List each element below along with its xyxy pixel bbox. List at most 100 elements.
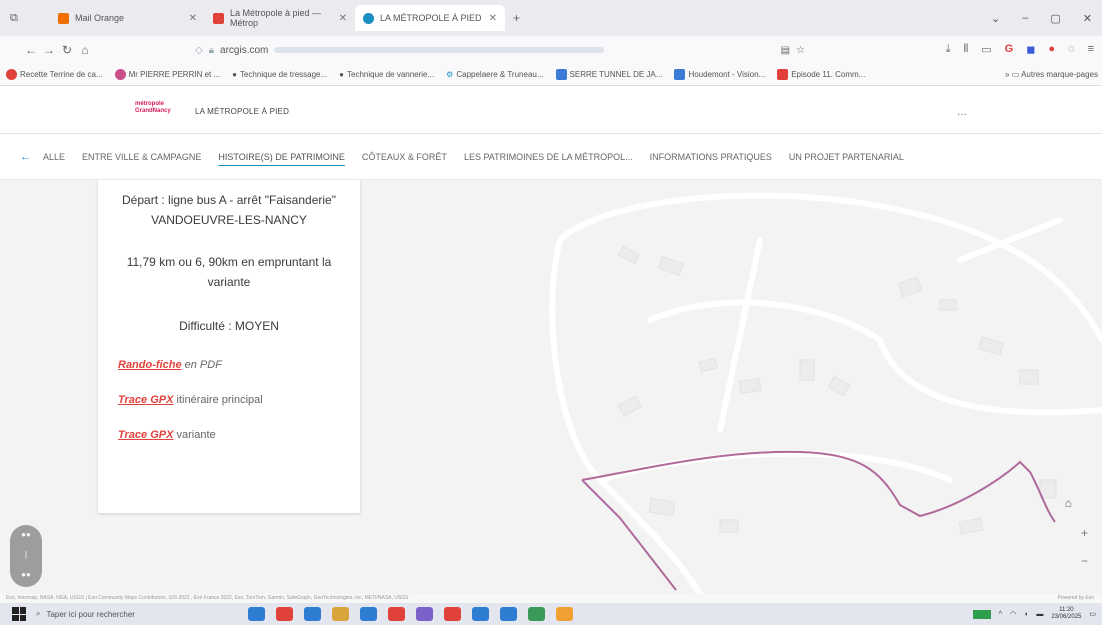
tab-overview-icon[interactable]: ⧉ xyxy=(10,12,32,25)
gpx-main-link[interactable]: Trace GPX xyxy=(118,394,173,406)
back-icon[interactable]: ← xyxy=(22,43,40,57)
sidebar-icon[interactable]: ▭ xyxy=(981,43,991,56)
shield-icon: ◇ xyxy=(195,44,203,56)
home-icon[interactable]: ⌂ xyxy=(76,43,94,57)
bookmark-label: Cappelaere & Truneau... xyxy=(456,70,544,79)
minimize-button[interactable]: – xyxy=(1022,12,1028,25)
taskbar-apps xyxy=(248,607,573,621)
gpx-variant-row: Trace GPX variante xyxy=(98,429,360,441)
pinned-app-icon[interactable] xyxy=(556,607,573,621)
volume-icon[interactable]: ◗ xyxy=(1024,611,1028,618)
map-home-icon[interactable]: ⌂ xyxy=(1065,496,1072,510)
pinned-app-icon[interactable] xyxy=(304,607,321,621)
extensions-puzzle-icon[interactable]: ◌ xyxy=(1068,43,1075,56)
url-host: arcgis.com xyxy=(220,44,269,56)
bookmark-item[interactable]: ⚙ Cappelaere & Truneau... xyxy=(446,70,543,79)
attribution-text: Esri, Intermap, NASA, NGA, USGS | Esri C… xyxy=(6,595,409,601)
panel-scroll-control[interactable]: ●● | ●● xyxy=(10,525,42,587)
forward-icon[interactable]: → xyxy=(40,43,58,57)
close-icon[interactable]: ✕ xyxy=(189,13,197,24)
pinned-app-icon[interactable] xyxy=(360,607,377,621)
nav-item-projet-partenarial[interactable]: UN PROJET PARTENARIAL xyxy=(789,152,904,162)
tab-metropole-pied[interactable]: La Métropole à pied — Métrop ✕ xyxy=(205,5,355,31)
menu-hamburger-icon[interactable]: ≡ xyxy=(1088,43,1094,56)
pinned-app-icon[interactable] xyxy=(500,607,517,621)
scroll-up-icon[interactable]: ●● xyxy=(10,525,42,545)
pinned-app-icon[interactable] xyxy=(472,607,489,621)
back-arrow-icon[interactable]: ← xyxy=(20,151,31,163)
bookmark-label: SERRE TUNNEL DE JA... xyxy=(569,70,663,79)
folder-icon: ▭ xyxy=(1011,70,1020,79)
rando-fiche-link[interactable]: Rando-fiche xyxy=(118,359,182,371)
library-icon[interactable]: ⫴ xyxy=(964,43,969,56)
tab-label: LA MÉTROPOLE À PIED xyxy=(380,13,482,23)
battery-icon[interactable]: ▬ xyxy=(1036,611,1043,618)
bookmark-item[interactable]: SERRE TUNNEL DE JA... xyxy=(555,69,663,80)
more-options-button[interactable]: ... xyxy=(957,104,967,118)
bookmark-item[interactable]: ● Technique de tressage... xyxy=(232,70,327,79)
pinned-app-icon[interactable] xyxy=(528,607,545,621)
zoom-out-button[interactable]: − xyxy=(1081,554,1088,568)
metropole-logo[interactable]: métropole GrandNancy xyxy=(135,101,183,115)
new-tab-button[interactable]: + xyxy=(513,11,520,25)
bookmark-favicon-icon xyxy=(674,69,686,80)
close-icon[interactable]: ✕ xyxy=(489,13,497,24)
windows-taskbar: ⌕ Taper ici pour rechercher ^ ◠ ◗ ▬ 11:2… xyxy=(0,603,1102,625)
clock-time: 11:20 xyxy=(1059,607,1074,613)
windows-start-icon[interactable] xyxy=(12,607,26,621)
clock[interactable]: 11:20 23/06/2025 xyxy=(1051,607,1081,621)
nav-item-informations-pratiques[interactable]: INFORMATIONS PRATIQUES xyxy=(650,152,772,162)
tray-app-icon[interactable] xyxy=(972,609,991,619)
task-view-icon[interactable] xyxy=(248,607,265,621)
pinned-app-icon[interactable] xyxy=(388,607,405,621)
extension-red-icon[interactable]: ● xyxy=(1048,43,1055,56)
scroll-thumb-icon[interactable]: | xyxy=(10,545,42,565)
taskbar-search[interactable]: ⌕ Taper ici pour rechercher xyxy=(36,606,206,622)
notifications-icon[interactable]: ▭ xyxy=(1089,610,1096,618)
bookmark-favicon-icon: ● xyxy=(232,70,237,79)
bookmark-item[interactable]: ● Technique de vannerie... xyxy=(339,70,434,79)
gpx-variant-link[interactable]: Trace GPX xyxy=(118,429,173,441)
tab-metropole-pied-arcgis[interactable]: LA MÉTROPOLE À PIED ✕ xyxy=(355,5,505,31)
zoom-in-button[interactable]: + xyxy=(1081,526,1088,540)
search-icon: ⌕ xyxy=(36,609,41,618)
distance-info: 11,79 km ou 6, 90km en empruntant la var… xyxy=(126,255,332,289)
window-controls: ⌄ – ▢ ✕ xyxy=(991,12,1092,25)
extension-g-icon[interactable]: G xyxy=(1005,43,1014,56)
close-window-button[interactable]: ✕ xyxy=(1083,12,1092,25)
nav-item-histoires-patrimoine[interactable]: HISTOIRE(S) DE PATRIMOINE xyxy=(218,152,345,162)
close-icon[interactable]: ✕ xyxy=(339,13,347,24)
gpx-main-suffix: itinéraire principal xyxy=(173,394,263,406)
logo-line: métropole xyxy=(135,101,165,107)
chevron-right-icon: » xyxy=(1005,70,1010,79)
tab-mail-orange[interactable]: Mail Orange ✕ xyxy=(50,5,205,31)
firefox-icon[interactable] xyxy=(444,607,461,621)
extension-blue-icon[interactable]: ◼ xyxy=(1026,43,1035,56)
reader-view-icon[interactable]: ▤ xyxy=(781,45,790,56)
bookmark-item[interactable]: Episode 11. Comm... xyxy=(777,69,865,80)
navigation-toolbar: ← → ↻ ⌂ ◇ 🔒︎ arcgis.com ▤ ☆ ⤓ ⫴ ▭ G ◼ ● … xyxy=(0,36,1102,64)
pinned-app-icon[interactable] xyxy=(416,607,433,621)
address-bar[interactable]: ◇ 🔒︎ arcgis.com ▤ ☆ xyxy=(195,40,805,60)
powered-by-esri[interactable]: Powered by Esri xyxy=(1058,594,1094,603)
nav-item-patrimoines-metropole[interactable]: LES PATRIMOINES DE LA MÉTROPOL... xyxy=(464,152,633,162)
file-explorer-icon[interactable] xyxy=(332,607,349,621)
nav-item-ville[interactable]: ALLE xyxy=(43,152,65,162)
nav-item-coteaux-foret[interactable]: CÔTEAUX & FORÊT xyxy=(362,152,447,162)
bookmark-item[interactable]: Houdemont - Vision... xyxy=(674,69,765,80)
other-bookmarks[interactable]: » ▭ Autres marque-pages xyxy=(1005,70,1098,79)
wifi-icon[interactable]: ◠ xyxy=(1010,610,1016,618)
pinned-app-icon[interactable] xyxy=(276,607,293,621)
scroll-down-icon[interactable]: ●● xyxy=(10,565,42,585)
tab-list-icon[interactable]: ⌄ xyxy=(991,12,1000,25)
reload-icon[interactable]: ↻ xyxy=(58,43,76,57)
site-header: métropole GrandNancy LA MÉTROPOLE À PIED… xyxy=(0,86,1102,134)
bookmark-item[interactable]: Recette Terrine de ca... xyxy=(6,69,103,80)
nav-item-entre-ville-campagne[interactable]: ENTRE VILLE & CAMPAGNE xyxy=(82,152,201,162)
bookmark-favicon-icon xyxy=(777,69,789,80)
downloads-icon[interactable]: ⤓ xyxy=(946,43,951,56)
maximize-button[interactable]: ▢ xyxy=(1050,12,1060,25)
bookmark-star-icon[interactable]: ☆ xyxy=(796,45,805,56)
bookmark-item[interactable]: Mr PIERRE PERRIN et ... xyxy=(114,69,220,80)
tray-chevron-icon[interactable]: ^ xyxy=(999,611,1002,618)
